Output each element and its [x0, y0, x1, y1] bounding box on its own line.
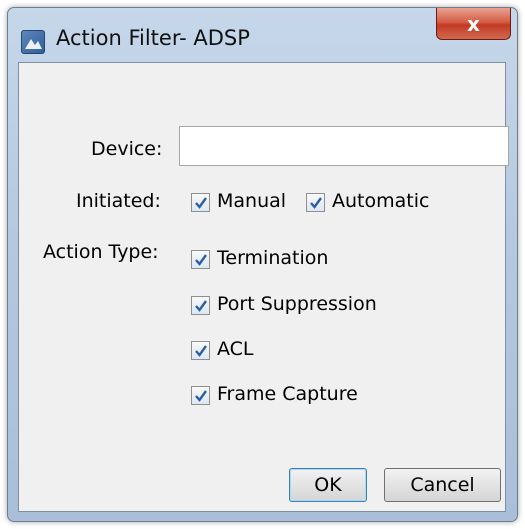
action-type-label: Action Type:	[43, 241, 159, 263]
close-icon: x	[467, 11, 480, 36]
automatic-checkbox-label[interactable]: Automatic	[332, 190, 429, 212]
checkmark-icon	[194, 253, 207, 266]
app-icon	[21, 30, 45, 54]
initiated-label: Initiated:	[76, 190, 161, 212]
acl-checkbox[interactable]	[191, 341, 210, 360]
title-bar: Action Filter- ADSP x	[8, 8, 517, 62]
close-button[interactable]: x	[436, 8, 511, 40]
dialog-window: Action Filter- ADSP x Device: Initiated:…	[7, 7, 518, 522]
device-label: Device:	[91, 138, 163, 160]
checkmark-icon	[194, 196, 207, 209]
device-input[interactable]	[179, 126, 509, 166]
window-title: Action Filter- ADSP	[56, 26, 250, 50]
termination-checkbox[interactable]	[191, 250, 210, 269]
ok-button[interactable]: OK	[289, 468, 367, 502]
cancel-button[interactable]: Cancel	[384, 468, 501, 502]
acl-checkbox-label[interactable]: ACL	[217, 338, 254, 360]
frame-capture-checkbox-label[interactable]: Frame Capture	[217, 383, 358, 405]
automatic-checkbox[interactable]	[306, 193, 325, 212]
port-suppression-checkbox[interactable]	[191, 296, 210, 315]
checkmark-icon	[194, 389, 207, 402]
manual-checkbox[interactable]	[191, 193, 210, 212]
termination-checkbox-label[interactable]: Termination	[217, 247, 328, 269]
checkmark-icon	[194, 299, 207, 312]
checkmark-icon	[194, 344, 207, 357]
frame-capture-checkbox[interactable]	[191, 386, 210, 405]
dialog-content: Device: Initiated: Manual Automatic Acti…	[18, 62, 509, 512]
manual-checkbox-label[interactable]: Manual	[217, 190, 286, 212]
checkmark-icon	[309, 196, 322, 209]
port-suppression-checkbox-label[interactable]: Port Suppression	[217, 293, 377, 315]
